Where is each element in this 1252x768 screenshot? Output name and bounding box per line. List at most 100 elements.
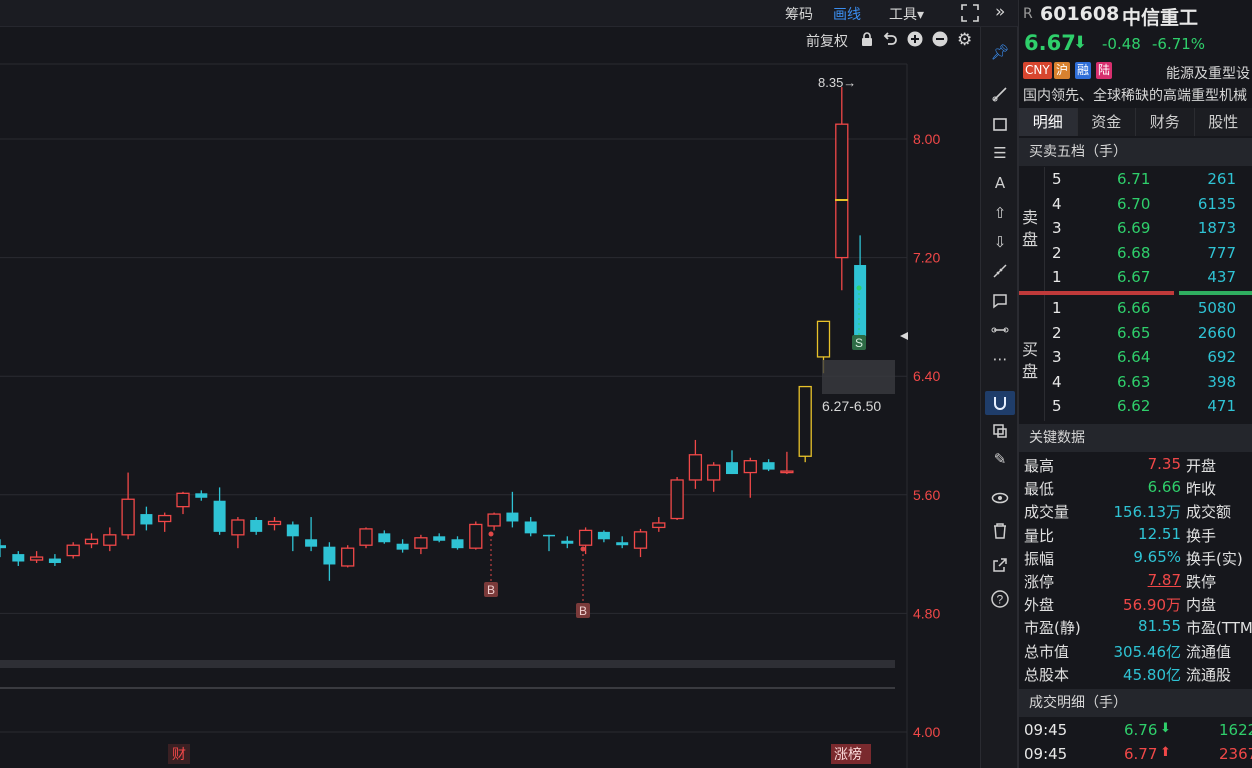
last-price: 6.67	[1024, 31, 1076, 55]
copy-tool-icon[interactable]	[989, 420, 1011, 442]
bid-volume: 5080	[1197, 299, 1236, 317]
ask-price[interactable]: 6.67	[1117, 268, 1150, 286]
y-tick-label: 8.00	[913, 131, 940, 147]
buy-side-label: 买盘	[1022, 340, 1039, 381]
candle-up	[231, 519, 245, 536]
candle-down	[524, 521, 537, 534]
text-list-tool-icon[interactable]: ☰	[989, 142, 1011, 164]
cny-tag[interactable]: CNY	[1023, 62, 1052, 79]
bid-volume: 471	[1207, 397, 1236, 416]
rect-tool-icon[interactable]	[989, 113, 1011, 135]
candle-up	[652, 522, 666, 529]
candle-up	[84, 538, 99, 545]
candle-up	[707, 464, 721, 481]
ask-volume: 777	[1207, 243, 1236, 262]
segment-tool-icon[interactable]	[989, 319, 1011, 341]
text-tool-icon[interactable]: A	[989, 172, 1011, 194]
bid-price[interactable]: 6.66	[1117, 299, 1150, 317]
candle-up	[103, 534, 117, 546]
pin-icon[interactable]: 📌︎	[989, 41, 1011, 63]
zoom-out-icon[interactable]	[932, 31, 948, 51]
magnet-icon[interactable]	[985, 391, 1015, 415]
candle-up	[29, 556, 44, 561]
bid-level: 1	[1052, 299, 1062, 317]
chips-button[interactable]: 筹码	[785, 4, 813, 24]
keydata-label-2: 跌停	[1186, 573, 1217, 591]
high-price-label: 8.35→	[818, 75, 856, 90]
comment-tool-icon[interactable]	[989, 290, 1011, 312]
ask-price[interactable]: 6.71	[1117, 170, 1150, 188]
candle-up	[158, 514, 172, 523]
keydata-value: 156.13万	[1113, 503, 1182, 522]
ask-volume: 1873	[1197, 219, 1236, 238]
sh-tag[interactable]: 沪	[1054, 62, 1071, 79]
undo-icon[interactable]	[882, 31, 898, 51]
candle-up	[359, 528, 373, 546]
keydata-label-2: 换手(实)	[1186, 549, 1243, 568]
gear-icon[interactable]: ⚙	[957, 30, 972, 50]
arrow-down-tool-icon[interactable]: ⇩	[989, 231, 1011, 253]
y-tick-label: 6.40	[913, 368, 940, 384]
tools-menu-button[interactable]: 工具▾	[889, 4, 924, 24]
ask-price[interactable]: 6.69	[1117, 219, 1150, 237]
northbound-tag[interactable]: 陆	[1096, 62, 1113, 79]
candle-up	[743, 460, 757, 474]
industry-label[interactable]: 能源及重型设	[1166, 63, 1250, 83]
adjust-mode-button[interactable]: 前复权	[806, 31, 848, 51]
keydata-label-2: 开盘	[1186, 457, 1217, 475]
kline-chart[interactable]: 8.00 7.20 6.40 5.60 4.80 4.00 6.27-6.50 8.35→…	[0, 52, 980, 768]
bid-price[interactable]: 6.62	[1117, 397, 1150, 415]
ask-level: 4	[1052, 194, 1062, 213]
lock-icon[interactable]	[860, 32, 874, 51]
tab-funds[interactable]: 资金	[1078, 108, 1136, 136]
eye-icon[interactable]	[989, 487, 1011, 509]
drawing-button[interactable]: 画线	[833, 4, 861, 24]
ask-level: 1	[1052, 268, 1062, 287]
pencil-icon[interactable]: ✎	[989, 448, 1011, 470]
line-tool-icon[interactable]	[989, 83, 1011, 105]
bid-level: 2	[1052, 323, 1062, 342]
trade-price: 6.77	[1124, 745, 1158, 763]
stock-name: 中信重工	[1122, 7, 1199, 29]
zoom-in-icon[interactable]	[907, 31, 923, 51]
buy-marker-2-label: B	[579, 604, 587, 618]
keydata-label-2: 成交额	[1186, 503, 1232, 522]
margin-tag[interactable]: 融	[1075, 62, 1092, 79]
share-icon[interactable]	[989, 554, 1011, 576]
keydata-label: 最低	[1024, 480, 1055, 499]
candle-up	[670, 479, 684, 520]
more-tools-icon[interactable]: ⋯	[989, 348, 1011, 370]
candle-down	[48, 558, 61, 563]
stock-code: 601608	[1040, 3, 1120, 25]
market-badge: R	[1023, 6, 1033, 22]
trade-volume: 1622	[1219, 721, 1252, 739]
price-range-box	[822, 360, 895, 394]
measure-tool-icon[interactable]	[989, 260, 1011, 282]
ask-price[interactable]: 6.68	[1117, 244, 1150, 262]
y-tick-label: 4.80	[913, 605, 940, 621]
help-icon[interactable]: ?	[989, 588, 1011, 610]
ask-price[interactable]: 6.70	[1117, 195, 1150, 213]
keydata-label-2: 换手	[1186, 526, 1217, 545]
keydata-label: 市盈(静)	[1024, 619, 1081, 638]
double-chevron-right-icon[interactable]: »	[995, 2, 1005, 22]
tab-finance[interactable]: 财务	[1136, 108, 1195, 136]
bid-price[interactable]: 6.65	[1117, 324, 1150, 342]
candle-up	[816, 320, 831, 358]
fullscreen-icon[interactable]	[960, 3, 980, 27]
keydata-label-2: 昨收	[1186, 480, 1217, 499]
candle-down	[396, 543, 409, 550]
candle-up	[835, 123, 849, 259]
tab-stock-character[interactable]: 股性	[1195, 108, 1252, 136]
bid-price[interactable]: 6.64	[1117, 348, 1150, 366]
candle-down	[726, 462, 738, 475]
keydata-label-2: 流通股	[1186, 665, 1232, 684]
orderbook: 卖盘 买盘 5 6.71 261 4 6.70 6135 3 6.69 1873 2 …	[1019, 167, 1252, 421]
tab-detail[interactable]: 明细	[1019, 108, 1078, 136]
arrow-up-tool-icon[interactable]: ⇧	[989, 202, 1011, 224]
candle-down	[140, 514, 153, 525]
candle-down	[506, 512, 519, 522]
bid-price[interactable]: 6.63	[1117, 373, 1150, 391]
candle-down	[451, 539, 464, 549]
trash-icon[interactable]	[989, 520, 1011, 542]
